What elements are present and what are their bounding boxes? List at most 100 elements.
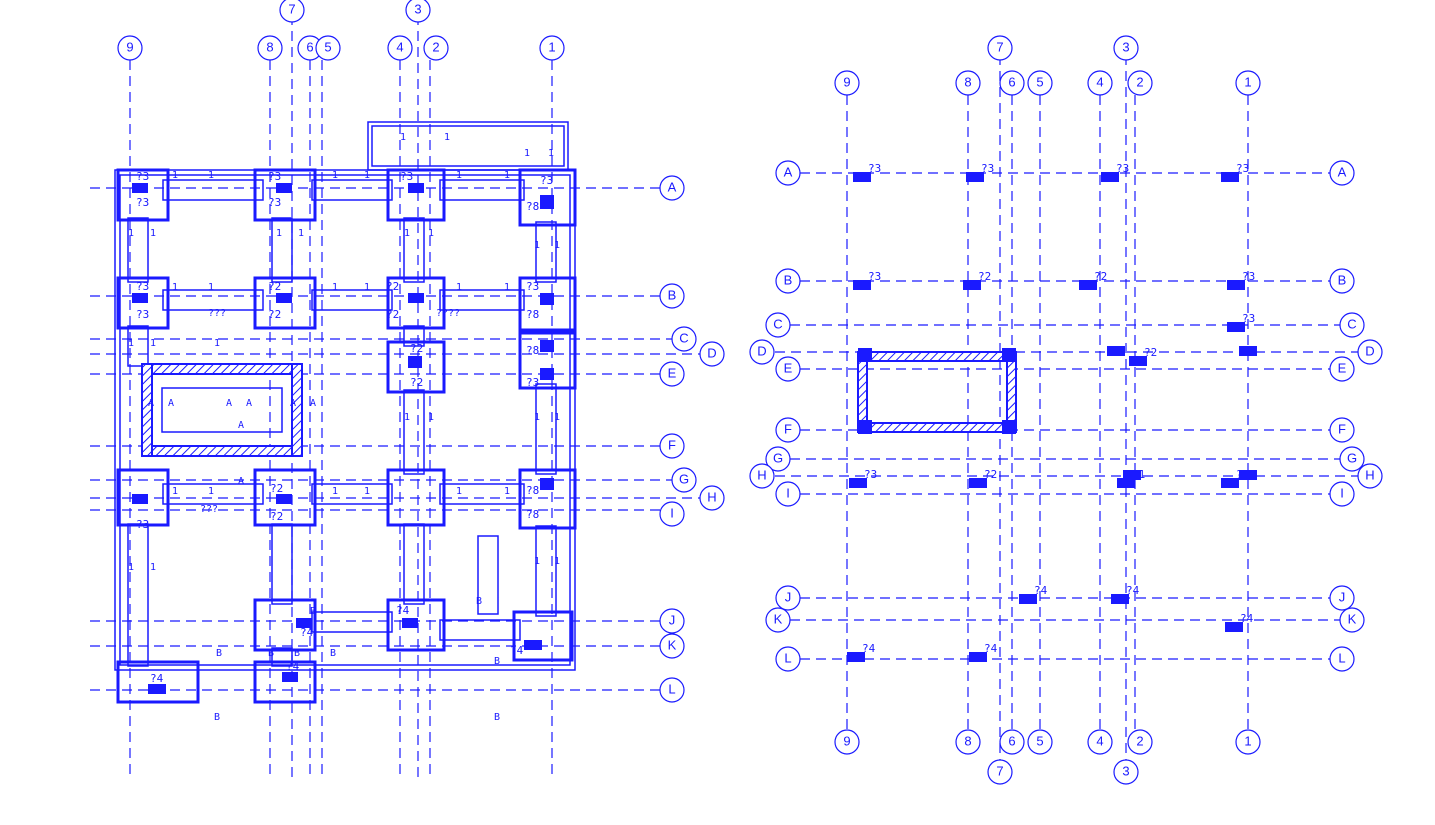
column-tag-K-1: ?4 <box>1240 612 1254 625</box>
svg-text:7: 7 <box>996 39 1003 54</box>
svg-text:1: 1 <box>534 240 540 251</box>
column-tag-I-6: ?2 <box>984 468 997 481</box>
svg-text:B: B <box>214 712 220 723</box>
svg-text:I: I <box>670 505 674 520</box>
left-right-bubbles: A B C D E F G H I J K L <box>660 176 724 702</box>
svg-text:D: D <box>707 345 716 360</box>
svg-text:1: 1 <box>504 486 510 497</box>
column-tag-J-3: ?4 <box>1126 584 1140 597</box>
svg-text:K: K <box>774 611 783 626</box>
svg-text:?4: ?4 <box>150 672 164 685</box>
svg-text:1: 1 <box>214 338 220 349</box>
svg-text:1: 1 <box>172 282 178 293</box>
right-structural-plan: 9 8 7 6 5 4 3 2 1 9 8 7 6 5 4 3 2 1 A B … <box>750 36 1382 784</box>
svg-text:B: B <box>216 648 222 659</box>
svg-text:1: 1 <box>504 282 510 293</box>
svg-text:J: J <box>669 612 676 627</box>
svg-text:7: 7 <box>288 1 295 16</box>
svg-text:1: 1 <box>534 556 540 567</box>
svg-text:?3: ?3 <box>400 170 413 183</box>
svg-text:?3: ?3 <box>526 280 539 293</box>
left-footing-outline <box>115 122 575 702</box>
svg-text:1: 1 <box>208 486 214 497</box>
right-bottom-bubbles: 9 8 7 6 5 4 3 2 1 <box>835 730 1260 784</box>
column-tag-A-9: ?3 <box>868 162 881 175</box>
column-tag-I-9: ?3 <box>864 468 877 481</box>
svg-text:C: C <box>679 330 688 345</box>
svg-text:A: A <box>148 398 154 409</box>
svg-text:1: 1 <box>1244 74 1251 89</box>
svg-text:H: H <box>757 467 766 482</box>
svg-text:9: 9 <box>843 733 850 748</box>
svg-text:E: E <box>1338 360 1347 375</box>
svg-text:?8: ?8 <box>526 508 539 521</box>
svg-text:1: 1 <box>364 282 370 293</box>
svg-text:???: ??? <box>208 308 226 319</box>
svg-text:B: B <box>784 272 793 287</box>
svg-text:1: 1 <box>172 486 178 497</box>
svg-text:1: 1 <box>208 170 214 181</box>
svg-text:B: B <box>268 648 274 659</box>
column-tag-C-1: ?3 <box>1242 312 1255 325</box>
svg-text:?3: ?3 <box>136 170 149 183</box>
svg-text:?4: ?4 <box>396 604 410 617</box>
column-tag-B-6: ?2 <box>978 270 991 283</box>
svg-text:L: L <box>668 681 675 696</box>
svg-text:A: A <box>1338 164 1347 179</box>
svg-text:3: 3 <box>414 1 421 16</box>
svg-text:E: E <box>784 360 793 375</box>
svg-text:?3: ?3 <box>136 280 149 293</box>
svg-text:D: D <box>757 343 766 358</box>
svg-text:E: E <box>668 365 677 380</box>
svg-text:1: 1 <box>298 228 304 239</box>
svg-text:1: 1 <box>332 170 338 181</box>
svg-text:1: 1 <box>534 412 540 423</box>
svg-text:????: ???? <box>436 308 460 319</box>
right-right-bubbles: A B C D E F G H I J K L <box>1330 161 1382 671</box>
svg-text:J: J <box>785 589 792 604</box>
left-top-bubbles: 9 8 7 6 5 4 3 2 1 <box>118 0 564 60</box>
svg-text:A: A <box>668 179 677 194</box>
svg-text:1: 1 <box>428 412 434 423</box>
svg-text:I: I <box>786 485 790 500</box>
svg-text:?3: ?3 <box>268 196 281 209</box>
svg-text:5: 5 <box>324 39 331 54</box>
svg-text:1: 1 <box>128 338 134 349</box>
svg-text:?2: ?2 <box>268 280 281 293</box>
svg-text:1: 1 <box>428 228 434 239</box>
svg-text:8: 8 <box>964 733 971 748</box>
svg-text:1: 1 <box>364 170 370 181</box>
svg-text:4: 4 <box>396 39 403 54</box>
svg-text:9: 9 <box>126 39 133 54</box>
svg-text:B: B <box>668 287 677 302</box>
svg-text:A: A <box>238 420 244 431</box>
svg-text:H: H <box>707 489 716 504</box>
svg-text:1: 1 <box>554 240 560 251</box>
svg-text:?3: ?3 <box>136 518 149 531</box>
svg-text:B: B <box>330 648 336 659</box>
svg-text:8: 8 <box>266 39 273 54</box>
svg-text:1: 1 <box>554 412 560 423</box>
svg-text:A: A <box>784 164 793 179</box>
column-tag-L-9: ?4 <box>862 642 876 655</box>
svg-text:5: 5 <box>1036 74 1043 89</box>
column-tag-A-6: ?3 <box>981 162 994 175</box>
left-horizontal-grids <box>90 188 700 690</box>
svg-text:9: 9 <box>843 74 850 89</box>
svg-text:C: C <box>1347 316 1356 331</box>
svg-text:?3: ?3 <box>268 170 281 183</box>
svg-text:?3: ?3 <box>526 376 539 389</box>
svg-text:6: 6 <box>306 39 313 54</box>
svg-text:1: 1 <box>150 228 156 239</box>
svg-text:?2: ?2 <box>270 510 283 523</box>
svg-text:?8: ?8 <box>526 344 539 357</box>
column-D-4 <box>1107 346 1125 356</box>
svg-text:B: B <box>494 656 500 667</box>
svg-text:A: A <box>168 398 174 409</box>
svg-text:?8: ?8 <box>526 484 539 497</box>
right-columns: ?3?3?3?3?3?2?2?3?3?2?3?2?1?3?4?4?4?4?4 <box>847 162 1257 662</box>
svg-text:5: 5 <box>1036 733 1043 748</box>
svg-text:1: 1 <box>554 556 560 567</box>
svg-text:1: 1 <box>444 132 450 143</box>
svg-text:2: 2 <box>1136 74 1143 89</box>
